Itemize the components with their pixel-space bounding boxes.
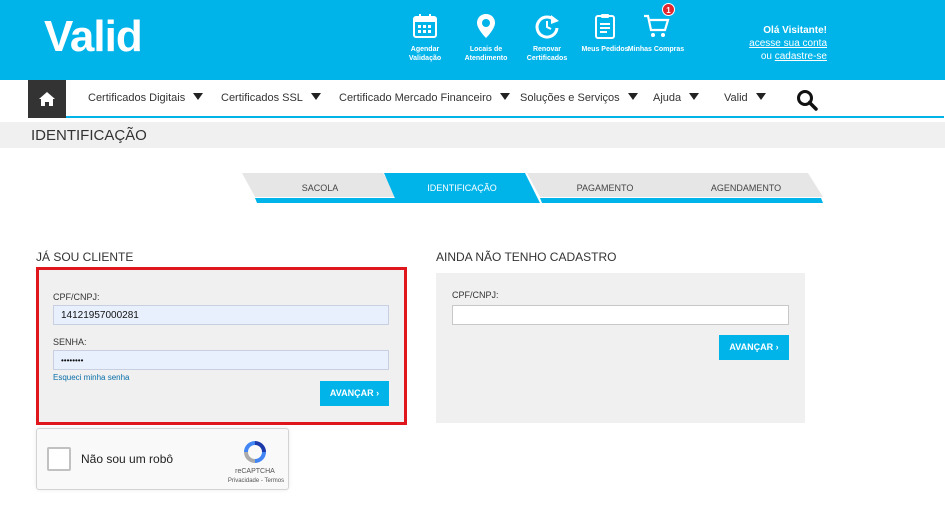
step-pagamento: PAGAMENTO: [527, 173, 683, 203]
cpf-input[interactable]: 14121957000281: [53, 305, 389, 325]
quick-link-cart[interactable]: 1 Minhas Compras: [625, 3, 687, 54]
nav-item-label: Ajuda: [653, 92, 682, 104]
recaptcha-checkbox[interactable]: [47, 447, 71, 471]
top-header: Valid Agendar Validação Locais de Atendi…: [0, 0, 945, 80]
caret-down-icon: [627, 93, 638, 100]
caret-down-icon: [689, 93, 700, 100]
step-label: IDENTIFICAÇÃO: [427, 183, 497, 193]
nav-item-label: Soluções e Serviços: [520, 92, 620, 104]
recaptcha-widget: Não sou um robô reCAPTCHA Privacidade - …: [36, 428, 289, 490]
quick-link-locations[interactable]: Locais de Atendimento: [455, 12, 517, 63]
step-label: AGENDAMENTO: [710, 183, 782, 193]
signup-link[interactable]: cadastre-se: [775, 51, 827, 62]
nav-item-label: Valid: [724, 92, 748, 104]
login-submit-button[interactable]: AVANÇAR ›: [320, 381, 389, 406]
password-label: SENHA:: [53, 337, 87, 347]
home-button[interactable]: [28, 80, 66, 118]
cart-icon: [644, 14, 670, 37]
cpf-label: CPF/CNPJ:: [53, 292, 100, 302]
nav-item-valid[interactable]: Valid: [724, 92, 766, 104]
step-agendamento: AGENDAMENTO: [667, 173, 825, 203]
register-cpf-input[interactable]: [452, 305, 789, 325]
nav-item-ajuda[interactable]: Ajuda: [653, 92, 700, 104]
quick-link-label: Agendar Validação: [408, 46, 442, 62]
password-input[interactable]: ••••••••: [53, 350, 389, 370]
or-text: ou: [760, 51, 772, 62]
page-title: IDENTIFICAÇÃO: [31, 127, 147, 144]
quick-link-label: Renovar Certificados: [526, 46, 568, 62]
search-icon[interactable]: [796, 89, 818, 111]
caret-down-icon: [193, 93, 204, 100]
quick-link-renew[interactable]: Renovar Certificados: [516, 12, 578, 63]
recaptcha-label: Não sou um robô: [81, 452, 174, 466]
map-pin-icon: [477, 14, 495, 38]
cart-count-badge: 1: [662, 3, 675, 16]
nav-item-solucoes[interactable]: Soluções e Serviços: [520, 92, 638, 104]
home-icon: [39, 92, 55, 106]
nav-item-label: Certificado Mercado Financeiro: [339, 92, 492, 104]
valid-logo[interactable]: Valid: [44, 12, 143, 62]
register-form: CPF/CNPJ: AVANÇAR ›: [436, 273, 805, 423]
nav-item-certificados-digitais[interactable]: Certificados Digitais: [88, 92, 204, 104]
step-sacola: SACOLA: [242, 173, 398, 203]
page-root: Valid Agendar Validação Locais de Atendi…: [0, 0, 945, 506]
login-link[interactable]: acesse sua conta: [749, 38, 827, 49]
main-nav: Certificados Digitais Certificados SSL C…: [28, 80, 944, 118]
login-section-title: JÁ SOU CLIENTE: [36, 250, 134, 264]
recaptcha-brand: reCAPTCHA: [235, 468, 275, 475]
nav-item-mercado-financeiro[interactable]: Certificado Mercado Financeiro: [339, 92, 510, 104]
register-section-title: AINDA NÃO TENHO CADASTRO: [436, 250, 617, 264]
orders-icon: [595, 14, 615, 39]
quick-link-label: Locais de Atendimento: [464, 46, 508, 62]
nav-item-label: Certificados SSL: [221, 92, 303, 104]
caret-down-icon: [499, 93, 510, 100]
nav-item-certificados-ssl[interactable]: Certificados SSL: [221, 92, 321, 104]
register-submit-button[interactable]: AVANÇAR ›: [719, 335, 789, 360]
caret-down-icon: [310, 93, 321, 100]
calendar-icon: [413, 14, 437, 38]
step-label: SACOLA: [301, 183, 339, 193]
forgot-password-link[interactable]: Esqueci minha senha: [53, 373, 130, 382]
quick-link-label: Minhas Compras: [627, 46, 685, 53]
step-identificacao: IDENTIFICAÇÃO: [384, 173, 540, 203]
nav-item-label: Certificados Digitais: [88, 92, 186, 104]
quick-link-schedule[interactable]: Agendar Validação: [394, 12, 456, 63]
caret-down-icon: [755, 93, 766, 100]
register-cpf-label: CPF/CNPJ:: [452, 290, 499, 300]
visitor-panel: Olá Visitante! acesse sua conta ou cadas…: [749, 24, 827, 63]
visitor-greeting: Olá Visitante!: [763, 25, 827, 36]
recaptcha-links[interactable]: Privacidade - Termos: [211, 478, 301, 484]
login-form: CPF/CNPJ: 14121957000281 SENHA: ••••••••…: [36, 267, 407, 425]
renew-icon: [535, 15, 559, 39]
step-label: PAGAMENTO: [576, 183, 634, 193]
recaptcha-logo-icon: [244, 441, 266, 463]
